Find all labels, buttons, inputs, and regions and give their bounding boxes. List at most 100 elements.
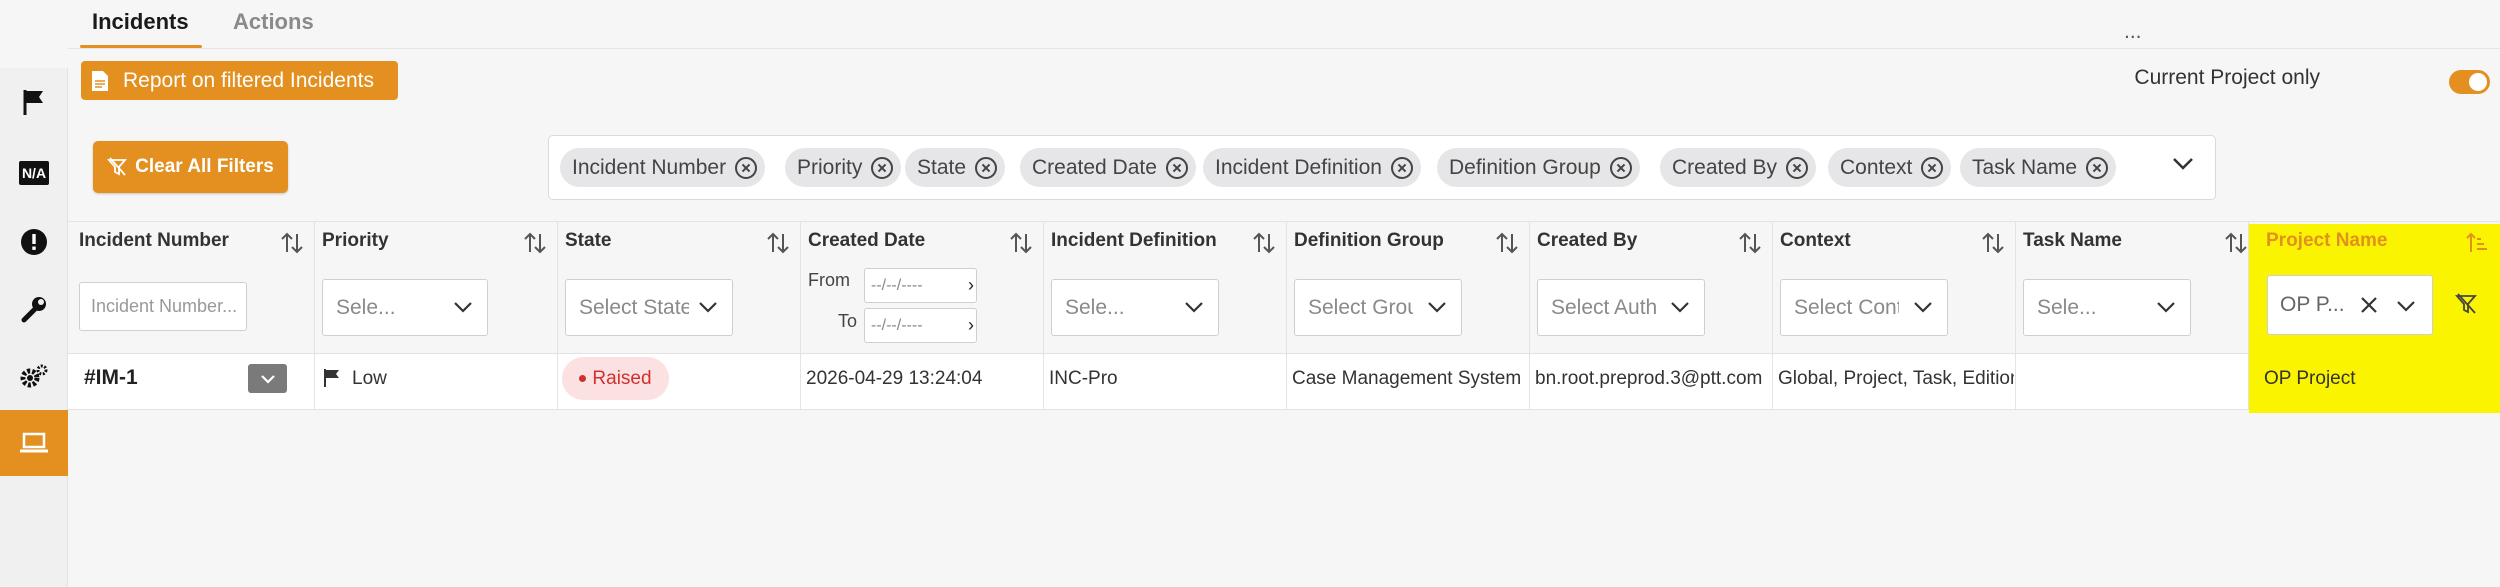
date-to-placeholder: --/--/---- — [871, 316, 923, 334]
chevron-down-icon — [699, 302, 717, 313]
chip-remove-icon[interactable] — [735, 156, 758, 179]
clear-column-filter-icon[interactable] — [2455, 293, 2477, 315]
chip-label: Created Date — [1032, 155, 1157, 179]
definition-group-cell: Case Management System — [1292, 368, 1522, 389]
incident-definition-filter-select[interactable]: Sele... — [1051, 279, 1219, 336]
alert-icon[interactable] — [0, 209, 68, 275]
chevron-down-icon — [1428, 302, 1446, 313]
chip-remove-icon[interactable] — [1921, 156, 1944, 179]
row-expand-button[interactable] — [248, 364, 287, 393]
task-name-filter-select[interactable]: Sele... — [2023, 279, 2191, 336]
chip-created-by[interactable]: Created By — [1660, 148, 1817, 187]
report-button-label: Report on filtered Incidents — [123, 68, 374, 92]
created-by-filter-select[interactable]: Select Author — [1537, 279, 1705, 336]
select-value: OP P... — [2280, 293, 2345, 316]
col-header-state[interactable]: State — [565, 230, 611, 252]
chip-remove-icon[interactable] — [2086, 156, 2109, 179]
col-header-priority[interactable]: Priority — [322, 230, 389, 252]
chip-state[interactable]: State — [905, 148, 1006, 187]
select-value: Select Context — [1794, 295, 1899, 319]
chevron-down-icon — [1671, 302, 1689, 313]
wrench-icon[interactable] — [0, 276, 68, 342]
context-filter-select[interactable]: Select Context — [1780, 279, 1948, 336]
chips-expand-chevron-icon[interactable] — [2171, 156, 2195, 177]
date-to-input[interactable]: --/--/---- › — [864, 308, 977, 343]
sort-icon[interactable] — [2224, 231, 2248, 255]
col-header-project-name[interactable]: Project Name — [2266, 230, 2387, 252]
select-value: Sele... — [336, 295, 396, 319]
chip-label: Context — [1840, 155, 1913, 179]
chip-label: Incident Definition — [1215, 155, 1382, 179]
gears-icon[interactable] — [0, 343, 68, 409]
select-value: Sele... — [1065, 295, 1125, 319]
chip-created-date[interactable]: Created Date — [1020, 148, 1196, 187]
col-header-definition-group[interactable]: Definition Group — [1294, 230, 1444, 252]
laptop-icon[interactable] — [0, 410, 68, 476]
tab-actions[interactable]: Actions — [233, 9, 314, 35]
sort-icon[interactable] — [1981, 231, 2005, 255]
chip-incident-definition[interactable]: Incident Definition — [1203, 148, 1421, 187]
tabs-divider — [68, 48, 2500, 49]
sort-icon[interactable] — [1495, 231, 1519, 255]
definition-group-filter-select[interactable]: Select Group — [1294, 279, 1462, 336]
col-header-incident-definition[interactable]: Incident Definition — [1051, 230, 1217, 252]
chip-task-name[interactable]: Task Name — [1960, 148, 2117, 187]
chip-incident-number[interactable]: Incident Number — [560, 148, 766, 187]
date-from-input[interactable]: --/--/---- › — [864, 268, 977, 303]
chip-remove-icon[interactable] — [1390, 156, 1413, 179]
chevron-down-icon[interactable] — [2396, 299, 2416, 313]
chevron-down-icon — [260, 374, 275, 384]
sort-ascending-icon[interactable] — [2465, 231, 2489, 255]
priority-filter-select[interactable]: Sele... — [322, 279, 488, 336]
na-icon[interactable]: N/A — [0, 140, 68, 206]
created-date-cell: 2026-04-29 13:24:04 — [806, 368, 983, 389]
side-rail: N/A — [0, 68, 68, 587]
incident-number-filter-input[interactable]: Incident Number... — [79, 282, 247, 331]
table-row[interactable] — [68, 353, 2500, 410]
chip-definition-group[interactable]: Definition Group — [1437, 148, 1640, 187]
col-header-created-by[interactable]: Created By — [1537, 230, 1637, 252]
incident-definition-cell: INC-Pro — [1049, 368, 1118, 389]
chip-remove-icon[interactable] — [975, 156, 998, 179]
priority-cell: Low — [352, 368, 387, 389]
chip-remove-icon[interactable] — [871, 156, 894, 179]
state-filter-select[interactable]: Select State — [565, 279, 733, 336]
state-badge: Raised — [562, 357, 669, 400]
sort-icon[interactable] — [280, 231, 304, 255]
chip-label: Incident Number — [572, 155, 727, 179]
chip-label: Task Name — [1972, 155, 2078, 179]
col-header-task-name[interactable]: Task Name — [2023, 230, 2122, 252]
project-name-cell: OP Project — [2264, 368, 2356, 389]
col-header-created-date[interactable]: Created Date — [808, 230, 925, 252]
chevron-down-icon — [454, 302, 472, 313]
current-project-label: Current Project only — [2134, 66, 2320, 89]
chip-remove-icon[interactable] — [1786, 156, 1809, 179]
date-to-label: To — [838, 311, 858, 331]
incident-id-cell[interactable]: #IM-1 — [84, 366, 138, 390]
clear-selection-icon[interactable] — [2360, 296, 2378, 314]
report-button[interactable]: Report on filtered Incidents — [81, 61, 398, 100]
chip-priority[interactable]: Priority — [785, 148, 902, 187]
date-from-placeholder: --/--/---- — [871, 276, 923, 294]
sort-icon[interactable] — [1252, 231, 1276, 255]
col-header-incident-number[interactable]: Incident Number — [79, 230, 229, 252]
sort-icon[interactable] — [1738, 231, 1762, 255]
chip-context[interactable]: Context — [1828, 148, 1952, 187]
col-header-context[interactable]: Context — [1780, 230, 1851, 252]
tab-incidents[interactable]: Incidents — [92, 9, 189, 35]
sort-icon[interactable] — [523, 231, 547, 255]
chip-remove-icon[interactable] — [1609, 156, 1632, 179]
clear-all-filters-button[interactable]: Clear All Filters — [93, 141, 288, 193]
state-badge-label: Raised — [592, 367, 652, 389]
project-name-filter-select[interactable]: OP P... — [2267, 275, 2433, 335]
clear-all-filters-label: Clear All Filters — [135, 156, 274, 177]
sort-icon[interactable] — [766, 231, 790, 255]
flag-icon — [324, 369, 339, 387]
sort-icon[interactable] — [1009, 231, 1033, 255]
select-value: Select Group — [1308, 295, 1413, 319]
chevron-down-icon — [2157, 302, 2175, 313]
chip-remove-icon[interactable] — [1165, 156, 1188, 179]
created-by-cell: bn.root.preprod.3@ptt.com — [1535, 368, 1763, 389]
current-project-toggle[interactable] — [2449, 70, 2490, 94]
flag-icon[interactable] — [0, 69, 68, 135]
